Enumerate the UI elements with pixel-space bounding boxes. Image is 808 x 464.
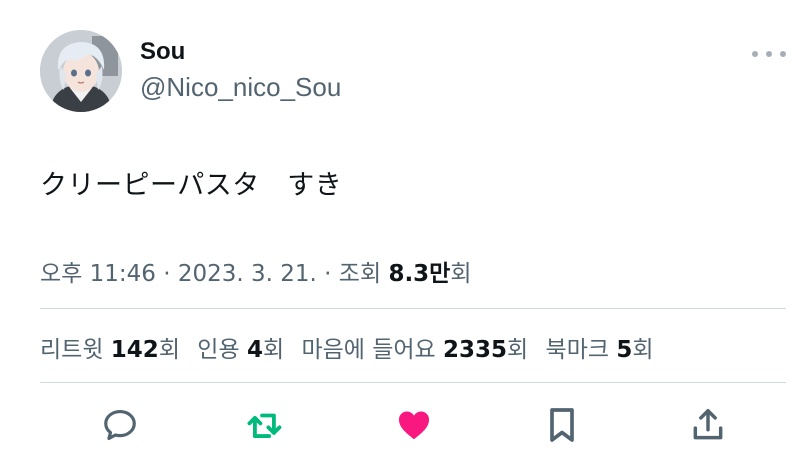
quotes-label: 인용 <box>197 337 247 363</box>
quotes-suffix: 회 <box>262 337 285 363</box>
retweet-button[interactable] <box>244 400 288 450</box>
quotes-stat[interactable]: 인용 4회 <box>197 337 284 363</box>
more-dot <box>766 51 772 57</box>
retweets-stat[interactable]: 리트윗 142회 <box>40 337 180 363</box>
retweet-icon <box>247 413 282 438</box>
tweet-text: クリーピーパスタ すき <box>40 170 343 201</box>
engagement-stats: 리트윗 142회 인용 4회 마음에 들어요 2335회 북마크 5회 <box>40 330 664 364</box>
bookmark-button[interactable] <box>540 400 584 450</box>
retweets-label: 리트윗 <box>40 337 111 363</box>
bookmarks-suffix: 회 <box>632 337 654 363</box>
divider <box>40 308 786 309</box>
retweets-count: 142 <box>110 337 159 363</box>
likes-label: 마음에 들어요 <box>301 337 444 363</box>
reply-icon <box>104 409 136 441</box>
likes-count: 2335 <box>443 337 508 363</box>
meta-separator: · <box>155 261 178 287</box>
views-suffix: 회 <box>450 261 472 287</box>
author-handle[interactable]: @Nico_nico_Sou <box>140 72 341 103</box>
reply-button[interactable] <box>98 400 142 450</box>
like-button[interactable] <box>392 400 436 450</box>
action-bar <box>40 400 786 456</box>
tweet-time[interactable]: 오후 11:46 <box>40 261 156 287</box>
more-dot <box>752 51 758 57</box>
views-label: 조회 <box>338 261 389 287</box>
quotes-count: 4 <box>246 337 263 363</box>
more-dot <box>780 51 786 57</box>
bookmarks-label: 북마크 <box>545 337 617 363</box>
bookmark-icon <box>550 408 574 442</box>
bookmarks-stat[interactable]: 북마크 5회 <box>546 337 654 363</box>
meta-separator: · <box>316 261 339 287</box>
author-name[interactable]: Sou <box>140 38 185 66</box>
more-options-icon[interactable] <box>752 44 786 64</box>
retweets-suffix: 회 <box>158 337 180 363</box>
divider <box>40 382 786 383</box>
tweet-meta: 오후 11:46 · 2023. 3. 21. · 조회 8.3만회 <box>40 254 472 288</box>
avatar-illustration <box>40 30 122 112</box>
views-count: 8.3만 <box>388 261 451 287</box>
likes-stat[interactable]: 마음에 들어요 2335회 <box>301 337 528 363</box>
share-button[interactable] <box>686 400 730 450</box>
share-icon <box>693 409 723 440</box>
bookmarks-count: 5 <box>616 337 633 363</box>
like-icon <box>398 411 430 440</box>
avatar[interactable] <box>40 30 122 112</box>
tweet-date[interactable]: 2023. 3. 21. <box>178 261 317 287</box>
likes-suffix: 회 <box>507 337 529 363</box>
